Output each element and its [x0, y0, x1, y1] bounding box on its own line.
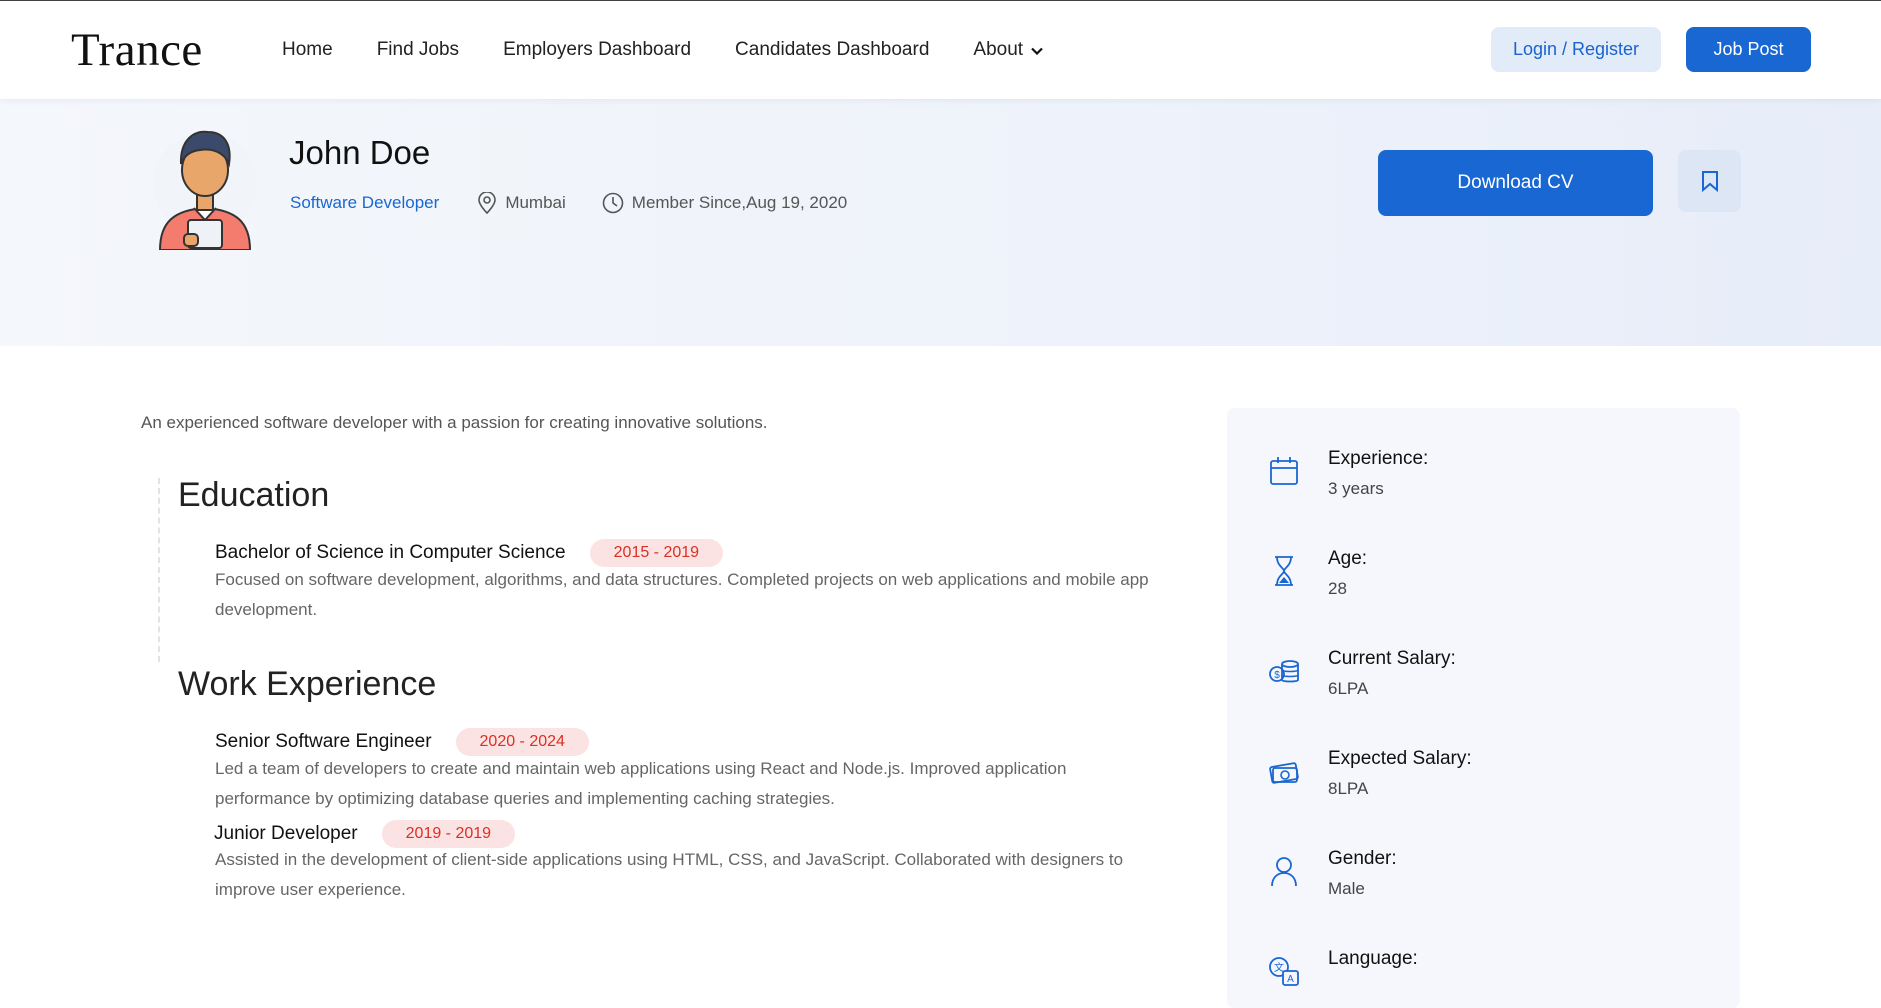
- bookmark-icon: [1701, 171, 1718, 192]
- job-post-button[interactable]: Job Post: [1686, 27, 1811, 72]
- work-experience-title: Work Experience: [178, 665, 437, 703]
- site-header: Trance Home Find Jobs Employers Dashboar…: [0, 1, 1881, 99]
- translate-icon: 文A: [1269, 957, 1299, 986]
- work-entry-name: Junior Developer: [214, 823, 358, 844]
- bookmark-button[interactable]: [1678, 150, 1741, 212]
- info-value: 8LPA: [1328, 779, 1369, 798]
- education-title: Education: [178, 476, 330, 514]
- hourglass-icon: [1275, 556, 1293, 586]
- info-label: Current Salary:: [1328, 648, 1456, 669]
- nav-employers-dashboard-label: Employers Dashboard: [503, 39, 692, 60]
- map-pin-icon: [478, 192, 497, 214]
- profile-banner: [0, 99, 1881, 346]
- education-entry-name: Bachelor of Science in Computer Science: [215, 542, 566, 563]
- nav-about[interactable]: About: [973, 39, 1043, 61]
- info-label: Experience:: [1328, 448, 1429, 469]
- work-entry-title: Junior Developer 2019 - 2019: [214, 820, 516, 848]
- info-label: Gender:: [1328, 848, 1397, 869]
- user-icon: [1271, 857, 1297, 887]
- svg-text:$: $: [1274, 670, 1280, 681]
- member-since: Member Since,Aug 19, 2020: [602, 192, 847, 214]
- nav-candidates-dashboard-label: Candidates Dashboard: [735, 39, 930, 60]
- education-entry-desc: Focused on software development, algorit…: [215, 570, 1149, 619]
- info-value: 6LPA: [1328, 679, 1369, 698]
- avatar: [152, 118, 258, 251]
- nav-find-jobs-label: Find Jobs: [376, 39, 460, 60]
- nav-find-jobs[interactable]: Find Jobs: [377, 39, 459, 61]
- member-since-text: Member Since,Aug 19, 2020: [631, 193, 848, 212]
- nav-candidates-dashboard[interactable]: Candidates Dashboard: [735, 39, 929, 61]
- education-entry-title: Bachelor of Science in Computer Science …: [215, 539, 724, 567]
- location: Mumbai: [477, 192, 566, 214]
- calendar-icon: [1270, 457, 1298, 485]
- info-label: Age:: [1328, 548, 1368, 569]
- work-entry-desc: Led a team of developers to create and m…: [215, 759, 1067, 808]
- candidate-role[interactable]: Software Developer: [290, 193, 439, 213]
- site-logo[interactable]: Trance: [71, 23, 203, 77]
- login-register-button[interactable]: Login / Register: [1491, 27, 1661, 72]
- money-icon: [1269, 762, 1299, 784]
- download-cv-button[interactable]: Download CV: [1378, 150, 1653, 216]
- work-years-badge: 2020 - 2024: [455, 728, 589, 756]
- work-entry-name: Senior Software Engineer: [215, 731, 432, 752]
- work-years-badge: 2019 - 2019: [381, 820, 516, 848]
- candidate-overview-sidebar: Experience: 3 years Age: 28 $ Current Sa…: [1227, 408, 1740, 1008]
- main-nav: Home Find Jobs Employers Dashboard Candi…: [282, 1, 1087, 99]
- info-value: 3 years: [1328, 479, 1384, 498]
- svg-text:A: A: [1287, 974, 1294, 985]
- work-entry-title: Senior Software Engineer 2020 - 2024: [215, 728, 589, 756]
- candidate-intro: An experienced software developer with a…: [141, 413, 768, 432]
- info-value: Male: [1328, 879, 1365, 898]
- timeline-divider: [158, 478, 160, 662]
- location-text: Mumbai: [505, 193, 566, 212]
- nav-home-label: Home: [282, 39, 333, 60]
- chevron-down-icon: [1031, 39, 1043, 61]
- info-value: 28: [1328, 579, 1347, 598]
- nav-home[interactable]: Home: [282, 39, 333, 61]
- candidate-name: John Doe: [289, 134, 431, 171]
- nav-about-label: About: [973, 39, 1024, 60]
- info-label: Language:: [1328, 948, 1418, 969]
- profile-meta: Software Developer Mumbai Member Since,A…: [290, 192, 847, 214]
- nav-employers-dashboard[interactable]: Employers Dashboard: [503, 39, 691, 61]
- clock-icon: [602, 192, 624, 214]
- education-years-badge: 2015 - 2019: [589, 539, 724, 567]
- coins-icon: $: [1269, 660, 1299, 683]
- info-label: Expected Salary:: [1328, 748, 1472, 769]
- work-entry-desc: Assisted in the development of client-si…: [215, 850, 1124, 899]
